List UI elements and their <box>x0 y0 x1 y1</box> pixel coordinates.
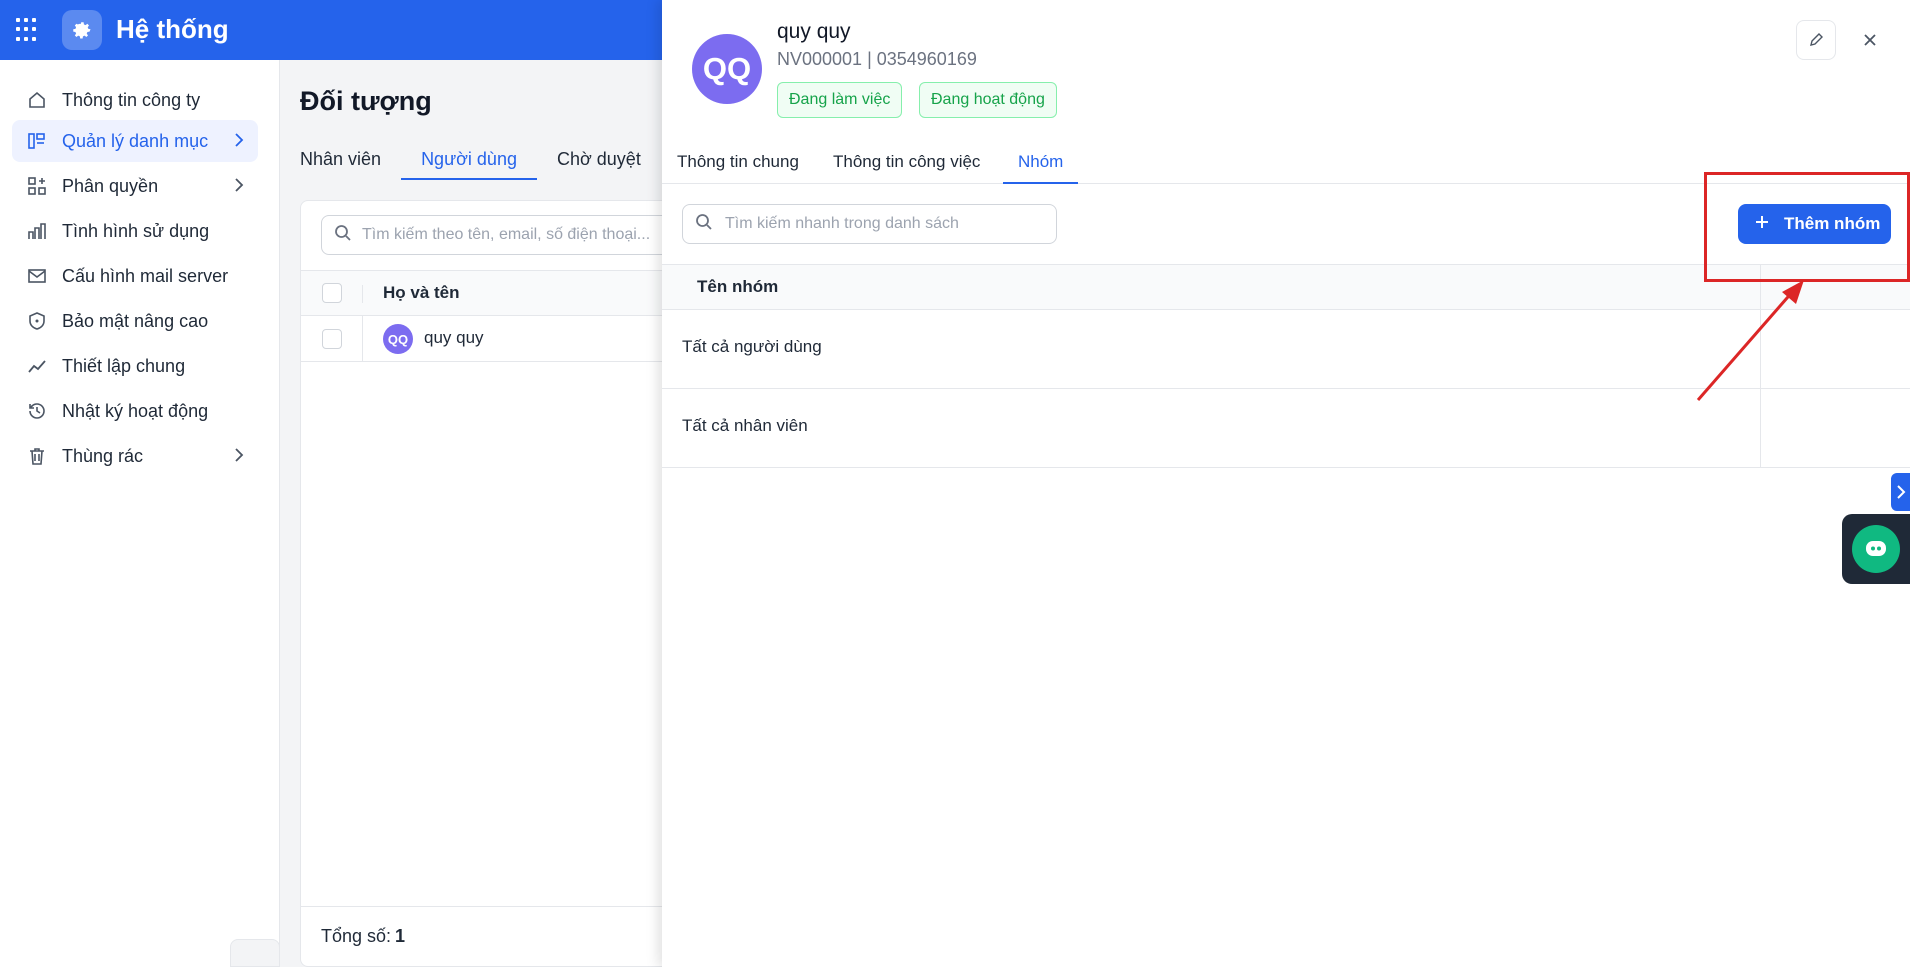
chat-widget-button[interactable] <box>1842 514 1910 584</box>
page-title: Đối tượng <box>300 86 432 116</box>
top-bar: Hệ thống <box>0 0 662 60</box>
status-badge-active: Đang hoạt động <box>919 82 1057 118</box>
tab-groups[interactable]: Nhóm <box>1003 144 1079 184</box>
trend-icon <box>26 355 48 377</box>
table-header: Họ và tên <box>301 270 681 316</box>
column-header-name: Họ và tên <box>383 283 460 302</box>
search-placeholder: Tìm kiếm theo tên, email, số điện thoại.… <box>362 226 651 243</box>
tab-users[interactable]: Người dùng <box>401 144 537 180</box>
sidebar-item-trash[interactable]: Thùng rác <box>12 435 258 477</box>
tab-general-info[interactable]: Thông tin chung <box>677 144 799 184</box>
sidebar-item-label: Tình hình sử dụng <box>62 220 210 241</box>
tab-employees[interactable]: Nhân viên <box>300 144 401 180</box>
sidebar-item-label: Nhật ký hoạt động <box>62 400 209 421</box>
select-all-checkbox[interactable] <box>322 283 342 303</box>
drawer-user-subtitle: NV000001 | 0354960169 <box>777 49 977 69</box>
user-name-cell[interactable]: quy quy <box>424 328 484 348</box>
sidebar-item-usage[interactable]: Tình hình sử dụng <box>12 210 258 252</box>
search-placeholder: Tìm kiếm nhanh trong danh sách <box>725 215 959 232</box>
sidebar-item-permissions[interactable]: Phân quyền <box>12 165 258 207</box>
main-tabs: Nhân viên Người dùng Chờ duyệt <box>300 144 661 180</box>
annotation-highlight-box <box>1704 172 1910 282</box>
table-row[interactable]: QQ quy quy <box>301 316 681 362</box>
mail-icon <box>26 265 48 287</box>
sidebar-item-label: Cấu hình mail server <box>62 265 229 286</box>
app-title: Hệ thống <box>116 14 229 44</box>
permissions-icon <box>26 175 48 197</box>
group-search-input[interactable]: Tìm kiếm nhanh trong danh sách <box>682 204 1057 244</box>
total-value: 1 <box>395 926 406 946</box>
chat-icon <box>1852 525 1900 573</box>
sidebar-item-general-settings[interactable]: Thiết lập chung <box>12 345 258 387</box>
sidebar-item-label: Thùng rác <box>62 445 144 466</box>
pencil-icon <box>1810 33 1823 46</box>
table-footer: Tổng số: 1 <box>301 906 681 966</box>
sidebar-item-categories[interactable]: Quản lý danh mục <box>12 120 258 162</box>
side-panel-toggle[interactable] <box>1891 473 1910 511</box>
sidebar-item-label: Bảo mật nâng cao <box>62 310 209 331</box>
sidebar: Thông tin công ty Quản lý danh mục Phân … <box>0 60 280 967</box>
chevron-right-icon <box>234 177 244 198</box>
tab-job-info[interactable]: Thông tin công việc <box>833 144 980 184</box>
group-name-cell: Tất cả người dùng <box>682 337 822 356</box>
group-name-cell: Tất cả nhân viên <box>682 416 808 435</box>
chevron-right-icon <box>1896 485 1905 499</box>
status-badge-working: Đang làm việc <box>777 82 903 118</box>
trash-icon <box>26 445 48 467</box>
chevron-right-icon <box>234 132 244 153</box>
column-divider <box>362 285 363 303</box>
column-divider <box>362 316 363 362</box>
close-button[interactable] <box>1854 24 1886 56</box>
search-icon <box>695 213 713 236</box>
sidebar-item-mail-server[interactable]: Cấu hình mail server <box>12 255 258 297</box>
search-icon <box>334 224 352 247</box>
sidebar-item-label: Thông tin công ty <box>62 89 201 110</box>
avatar: QQ <box>692 34 762 104</box>
sidebar-item-label: Thiết lập chung <box>62 355 186 376</box>
drawer-user-name: quy quy <box>777 20 851 43</box>
sidebar-item-label: Quản lý danh mục <box>62 130 209 151</box>
category-icon <box>26 130 48 152</box>
chevron-right-icon <box>234 447 244 468</box>
sidebar-item-label: Phân quyền <box>62 175 159 196</box>
tab-pending[interactable]: Chờ duyệt <box>537 144 661 180</box>
home-icon <box>26 89 48 111</box>
user-search-input[interactable]: Tìm kiếm theo tên, email, số điện thoại.… <box>321 215 681 255</box>
bar-chart-icon <box>26 220 48 242</box>
user-detail-drawer: QQ quy quy NV000001 | 0354960169 Đang là… <box>662 0 1910 967</box>
edit-button[interactable] <box>1796 20 1836 60</box>
column-header-group-name: Tên nhóm <box>697 277 779 296</box>
main-content: Đối tượng Nhân viên Người dùng Chờ duyệt… <box>280 60 681 967</box>
annotation-arrow <box>1696 280 1804 401</box>
row-checkbox[interactable] <box>322 329 342 349</box>
user-list-card: Tìm kiếm theo tên, email, số điện thoại.… <box>300 200 681 967</box>
sidebar-item-activity-log[interactable]: Nhật ký hoạt động <box>12 390 258 432</box>
avatar: QQ <box>383 324 413 354</box>
settings-gear-icon <box>62 10 102 50</box>
sidebar-item-company-info[interactable]: Thông tin công ty <box>12 79 258 121</box>
total-label: Tổng số: <box>321 926 392 946</box>
close-icon <box>1864 34 1876 46</box>
history-icon <box>26 400 48 422</box>
shield-icon <box>26 310 48 332</box>
app-grid-icon[interactable] <box>16 18 40 42</box>
sidebar-collapse-button[interactable] <box>230 939 280 967</box>
sidebar-item-security[interactable]: Bảo mật nâng cao <box>12 300 258 342</box>
